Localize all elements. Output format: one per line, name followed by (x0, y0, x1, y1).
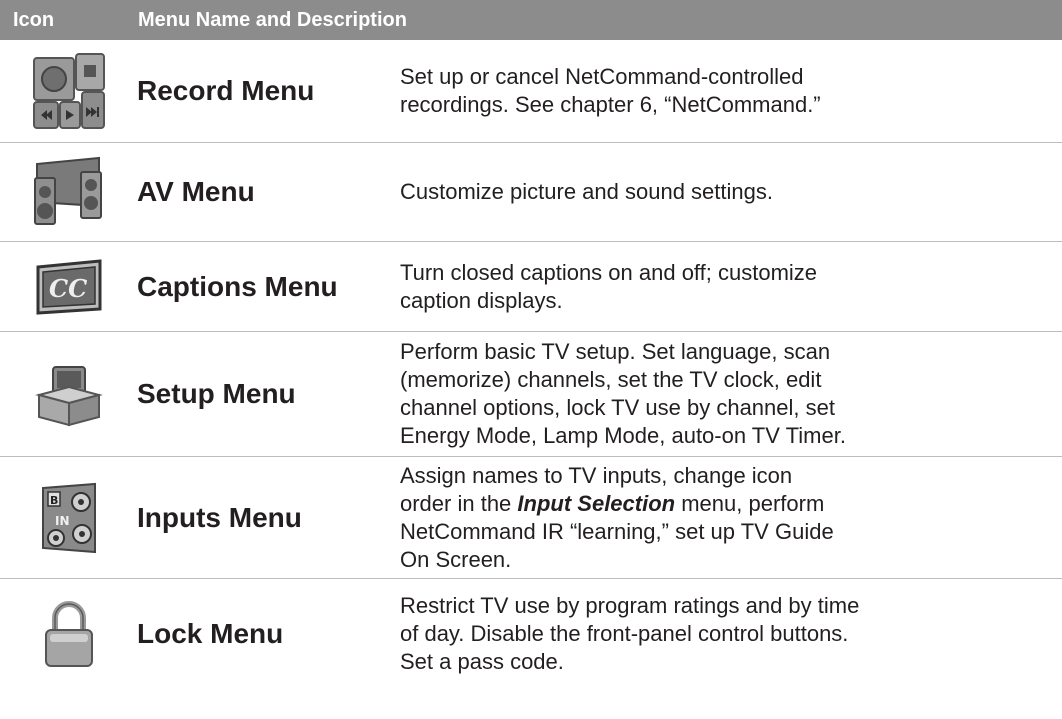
input-selection-emphasis: Input Selection (517, 490, 676, 516)
description-line: recordings. See chapter 6, “NetCommand.” (400, 92, 821, 117)
description-line: Restrict TV use by program ratings and b… (400, 593, 860, 618)
table-header: Icon Menu Name and Description (0, 0, 1062, 40)
menu-name: Record Menu (137, 75, 315, 106)
description-line: of day. Disable the front-panel control … (400, 621, 849, 646)
description-line: NetCommand IR “learning,” set up TV Guid… (400, 518, 834, 544)
menu-name: Lock Menu (137, 618, 284, 649)
svg-text:B: B (50, 494, 58, 507)
table-row: CC Captions Menu Turn closed captions on… (0, 242, 1062, 332)
menu-name: Captions Menu (137, 270, 338, 302)
description-line: On Screen. (400, 546, 512, 572)
description-line: channel options, lock TV use by channel,… (400, 395, 835, 420)
record-icon (0, 52, 137, 130)
table-row: Lock Menu Restrict TV use by program rat… (0, 579, 1062, 689)
inputs-jacks-icon: B IN (0, 482, 137, 554)
menu-description: Assign names to TV inputs, change icon o… (400, 462, 1062, 574)
description-line: order in the Input Selection menu, perfo… (400, 490, 1042, 518)
svg-text:CC: CC (49, 274, 87, 303)
table-row: Record Menu Set up or cancel NetCommand-… (0, 40, 1062, 143)
cc-icon: CC (0, 258, 137, 315)
menu-description: Customize picture and sound settings. (400, 178, 1062, 206)
menu-name: AV Menu (137, 176, 255, 207)
description-line: Energy Mode, Lamp Mode, auto-on TV Timer… (400, 423, 846, 448)
menu-name: Inputs Menu (137, 501, 302, 533)
description-line: Customize picture and sound settings. (400, 179, 773, 204)
menu-description: Restrict TV use by program ratings and b… (400, 592, 1062, 676)
table-row: B IN Inputs Menu Assign names to TV inpu… (0, 457, 1062, 579)
description-text: order in the (400, 490, 512, 516)
description-line: Set up or cancel NetCommand-controlled (400, 64, 804, 89)
menu-description: Perform basic TV setup. Set language, sc… (400, 338, 1062, 450)
padlock-icon (0, 600, 137, 668)
description-line: Assign names to TV inputs, change icon (400, 462, 793, 488)
description-text: menu, perform (681, 490, 825, 516)
menu-description: Set up or cancel NetCommand-controlled r… (400, 63, 1062, 119)
description-column-header: Menu Name and Description (138, 8, 407, 31)
svg-text:IN: IN (55, 514, 70, 528)
icon-column-header: Icon (13, 8, 55, 31)
description-line: Turn closed captions on and off; customi… (400, 259, 818, 285)
table-row: AV Menu Customize picture and sound sett… (0, 143, 1062, 242)
description-line: (memorize) channels, set the TV clock, e… (400, 367, 822, 392)
av-speakers-icon (0, 156, 137, 228)
setup-box-icon (0, 361, 137, 427)
table-row: Setup Menu Perform basic TV setup. Set l… (0, 332, 1062, 457)
menu-table: Icon Menu Name and Description Record Me… (0, 0, 1062, 689)
description-line: caption displays. (400, 287, 563, 313)
menu-name: Setup Menu (137, 378, 296, 409)
menu-description: Turn closed captions on and off; customi… (400, 259, 1062, 315)
description-line: Perform basic TV setup. Set language, sc… (400, 339, 831, 364)
description-line: Set a pass code. (400, 649, 564, 674)
